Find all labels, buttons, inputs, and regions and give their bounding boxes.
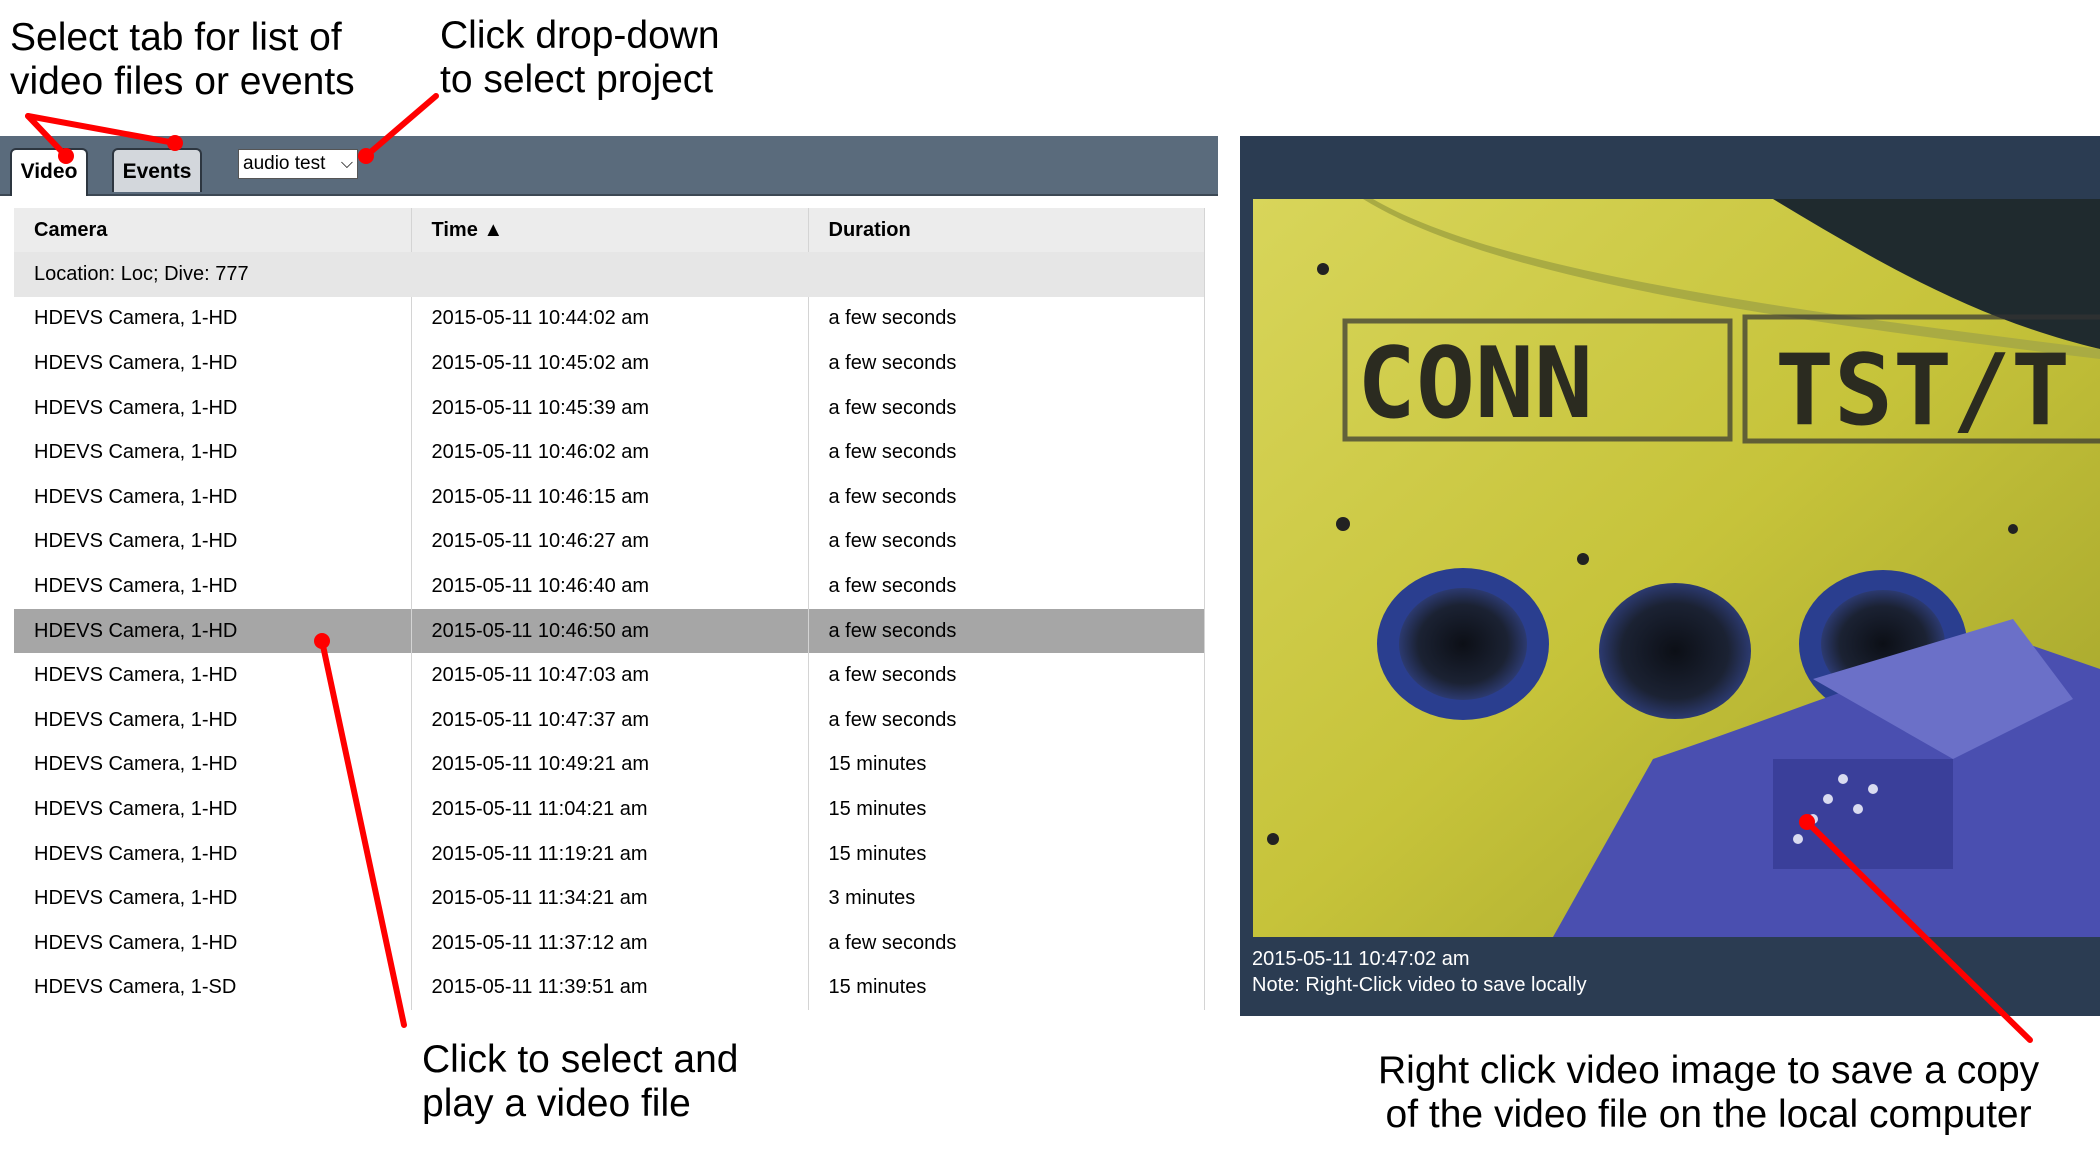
cell-duration: a few seconds	[808, 296, 1205, 342]
cell-time: 2015-05-11 10:47:37 am	[411, 697, 809, 743]
cell-time: 2015-05-11 10:45:39 am	[411, 385, 809, 431]
table-row[interactable]: HDEVS Camera, 1-HD 2015-05-11 11:37:12 am…	[14, 920, 1205, 966]
video-timestamp: 2015-05-11 10:47:02 am	[1252, 948, 1470, 970]
video-frame: CONN TST/T	[1253, 199, 2100, 937]
cell-duration: a few seconds	[808, 341, 1205, 386]
table-row[interactable]: HDEVS Camera, 1-HD 2015-05-11 10:46:15 am…	[14, 474, 1205, 520]
cell-duration: a few seconds	[808, 474, 1205, 520]
cell-time: 2015-05-11 10:46:15 am	[411, 474, 809, 520]
table-row[interactable]: HDEVS Camera, 1-HD 2015-05-11 10:47:37 am…	[14, 697, 1205, 743]
cell-time: 2015-05-11 10:46:50 am	[411, 608, 809, 654]
cell-camera: HDEVS Camera, 1-SD	[14, 965, 412, 1011]
cell-time: 2015-05-11 11:04:21 am	[411, 787, 809, 832]
column-header-time[interactable]: Time ▲	[411, 208, 809, 252]
cell-duration: 15 minutes	[808, 965, 1205, 1011]
video-image[interactable]: CONN TST/T	[1253, 199, 2100, 937]
annotation-save-video: Right click video image to save a copy o…	[1378, 1049, 2039, 1137]
cell-camera: HDEVS Camera, 1-HD	[14, 385, 412, 431]
cell-duration: 15 minutes	[808, 831, 1205, 877]
cell-time: 2015-05-11 11:34:21 am	[411, 876, 809, 921]
cell-camera: HDEVS Camera, 1-HD	[14, 876, 412, 921]
table-row[interactable]: HDEVS Camera, 1-HD 2015-05-11 11:04:21 am…	[14, 787, 1205, 832]
cell-camera: HDEVS Camera, 1-HD	[14, 564, 412, 609]
cell-camera: HDEVS Camera, 1-HD	[14, 430, 412, 475]
annotation-line: Select tab for list of	[10, 16, 342, 59]
cell-camera: HDEVS Camera, 1-HD	[14, 519, 412, 565]
cell-camera: HDEVS Camera, 1-HD	[14, 697, 412, 743]
table-row[interactable]: HDEVS Camera, 1-HD 2015-05-11 10:46:40 am…	[14, 564, 1205, 609]
table-row[interactable]: HDEVS Camera, 1-SD 2015-05-11 11:39:51 am…	[14, 965, 1205, 1011]
table-row[interactable]: HDEVS Camera, 1-HD 2015-05-11 10:47:03 am…	[14, 653, 1205, 698]
cell-camera: HDEVS Camera, 1-HD	[14, 474, 412, 520]
annotation-select-video: Click to select and play a video file	[422, 1038, 738, 1126]
annotation-line: Click drop-down	[440, 14, 720, 57]
cell-time: 2015-05-11 10:47:03 am	[411, 653, 809, 698]
table-row[interactable]: HDEVS Camera, 1-HD 2015-05-11 10:44:02 am…	[14, 296, 1205, 342]
cell-duration: a few seconds	[808, 920, 1205, 966]
table-row[interactable]: HDEVS Camera, 1-HD 2015-05-11 10:49:21 am…	[14, 742, 1205, 788]
cell-duration: a few seconds	[808, 564, 1205, 609]
video-player-panel: CONN TST/T 2015-05-11 10:47:02 am Note: …	[1240, 136, 2100, 1016]
table-row[interactable]: HDEVS Camera, 1-HD 2015-05-11 11:19:21 am…	[14, 831, 1205, 877]
project-dropdown-value: audio test	[243, 153, 326, 174]
annotation-line: play a video file	[422, 1082, 691, 1125]
video-list-panel: Video Events audio test ⌵ Camera Time ▲ …	[0, 136, 1220, 1016]
tab-bar: Video Events audio test ⌵	[0, 136, 1218, 196]
cell-duration: 15 minutes	[808, 787, 1205, 832]
cell-time: 2015-05-11 10:46:40 am	[411, 564, 809, 609]
group-label: Location: Loc; Dive: 777	[14, 252, 1205, 297]
cell-camera: HDEVS Camera, 1-HD	[14, 296, 412, 342]
video-caption: 2015-05-11 10:47:02 am Note: Right-Click…	[1252, 946, 1587, 998]
column-header-camera[interactable]: Camera	[14, 208, 412, 252]
annotation-dropdown: Click drop-down to select project	[440, 14, 720, 102]
cell-time: 2015-05-11 10:46:02 am	[411, 430, 809, 475]
annotation-line: to select project	[440, 58, 714, 101]
table-row[interactable]: HDEVS Camera, 1-HD 2015-05-11 10:45:02 am…	[14, 341, 1205, 386]
cell-time: 2015-05-11 10:46:27 am	[411, 519, 809, 565]
cell-camera: HDEVS Camera, 1-HD	[14, 920, 412, 966]
cell-camera: HDEVS Camera, 1-HD	[14, 608, 412, 654]
chevron-down-icon: ⌵	[340, 155, 353, 172]
annotation-tabs: Select tab for list of video files or ev…	[10, 16, 355, 104]
annotation-line: of the video file on the local computer	[1385, 1093, 2032, 1136]
annotation-line: Click to select and	[422, 1038, 739, 1081]
cell-time: 2015-05-11 11:39:51 am	[411, 965, 809, 1011]
cell-camera: HDEVS Camera, 1-HD	[14, 831, 412, 877]
table-row[interactable]: HDEVS Camera, 1-HD 2015-05-11 11:34:21 am…	[14, 876, 1205, 921]
video-save-note: Note: Right-Click video to save locally	[1252, 974, 1587, 996]
table-row[interactable]: HDEVS Camera, 1-HD 2015-05-11 10:46:27 am…	[14, 519, 1205, 565]
group-row: Location: Loc; Dive: 777	[14, 252, 1205, 297]
cell-time: 2015-05-11 11:19:21 am	[411, 831, 809, 877]
cell-camera: HDEVS Camera, 1-HD	[14, 653, 412, 698]
table-row[interactable]: HDEVS Camera, 1-HD 2015-05-11 10:46:50 am…	[14, 608, 1205, 654]
cell-camera: HDEVS Camera, 1-HD	[14, 341, 412, 386]
tab-events[interactable]: Events	[112, 148, 202, 192]
annotation-line: video files or events	[10, 60, 355, 103]
video-table: Camera Time ▲ Duration Location: Loc; Di…	[14, 208, 1205, 1011]
cell-duration: a few seconds	[808, 653, 1205, 698]
cell-duration: 15 minutes	[808, 742, 1205, 788]
cell-time: 2015-05-11 10:49:21 am	[411, 742, 809, 788]
cell-duration: a few seconds	[808, 385, 1205, 431]
table-row[interactable]: HDEVS Camera, 1-HD 2015-05-11 10:45:39 am…	[14, 385, 1205, 431]
cell-time: 2015-05-11 10:45:02 am	[411, 341, 809, 386]
cell-duration: a few seconds	[808, 430, 1205, 475]
cell-duration: a few seconds	[808, 519, 1205, 565]
project-dropdown[interactable]: audio test ⌵	[238, 149, 358, 179]
plate-marking-2: TST/T	[1775, 334, 2070, 448]
cell-camera: HDEVS Camera, 1-HD	[14, 742, 412, 788]
cell-duration: 3 minutes	[808, 876, 1205, 921]
cell-duration: a few seconds	[808, 608, 1205, 654]
table-header-row: Camera Time ▲ Duration	[14, 208, 1205, 252]
plate-marking-1: CONN	[1357, 327, 1593, 441]
annotation-line: Right click video image to save a copy	[1378, 1049, 2040, 1092]
tab-video[interactable]: Video	[10, 148, 88, 196]
cell-duration: a few seconds	[808, 697, 1205, 743]
cell-time: 2015-05-11 10:44:02 am	[411, 296, 809, 342]
cell-time: 2015-05-11 11:37:12 am	[411, 920, 809, 966]
table-row[interactable]: HDEVS Camera, 1-HD 2015-05-11 10:46:02 am…	[14, 430, 1205, 475]
column-header-duration[interactable]: Duration	[808, 208, 1205, 252]
cell-camera: HDEVS Camera, 1-HD	[14, 787, 412, 832]
